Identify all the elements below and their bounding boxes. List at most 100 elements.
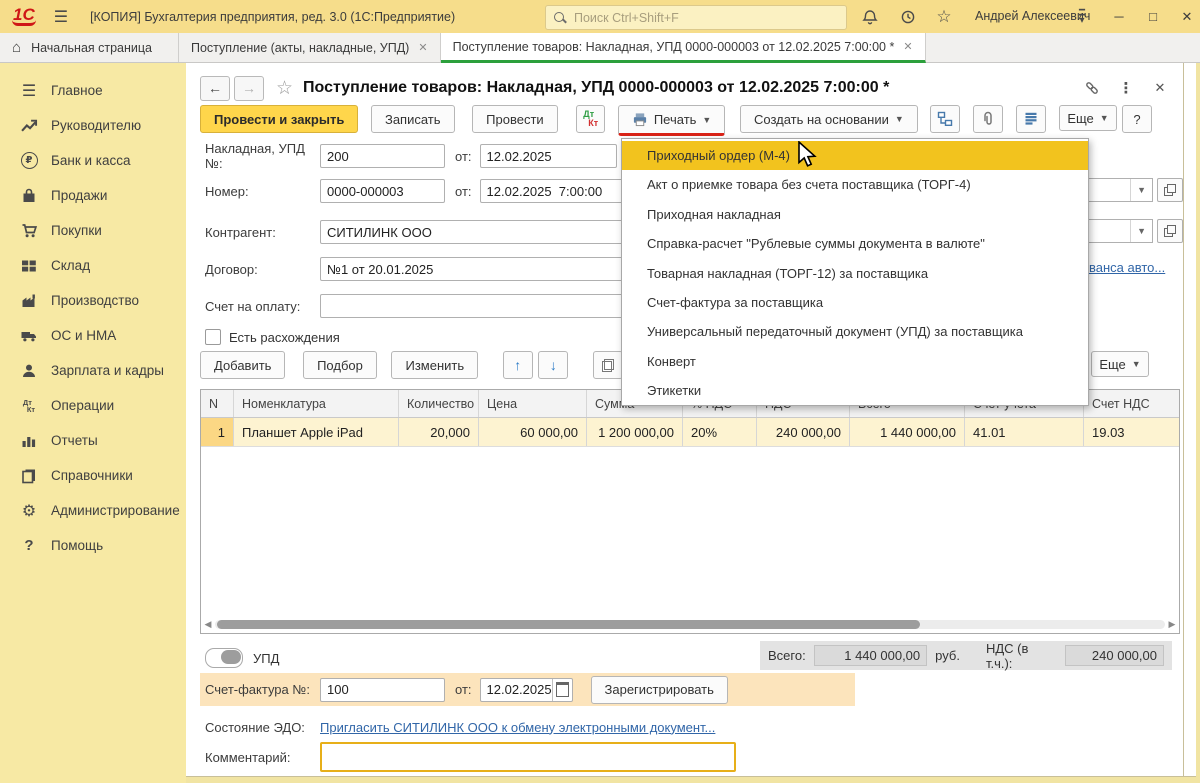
history-icon[interactable]	[898, 7, 918, 27]
nav-forward-button[interactable]: →	[234, 75, 264, 101]
doc-number-input[interactable]: 0000-000003	[320, 179, 445, 203]
favorites-star-icon[interactable]: ☆	[934, 7, 954, 27]
doc-date-input[interactable]: 12.02.2025 7:00:00	[479, 179, 642, 203]
move-up-button[interactable]: ↑	[502, 351, 533, 379]
move-down-button[interactable]: ↓	[538, 351, 569, 379]
write-button[interactable]: Записать	[370, 105, 455, 133]
sidebar-item-pokupki[interactable]: Покупки	[0, 213, 186, 248]
favorite-star-icon[interactable]	[276, 77, 293, 100]
col-header-n[interactable]: N	[201, 390, 234, 417]
tab-close-icon[interactable]: ✕	[418, 41, 427, 54]
scroll-left-icon[interactable]: ◀	[201, 619, 215, 630]
sidebar-item-administrirovanie[interactable]: Администрирование	[0, 493, 186, 528]
invoice-no-input[interactable]: 200	[320, 144, 445, 168]
table-row[interactable]: 1 Планшет Apple iPad 20,000 60 000,00 1 …	[201, 418, 1179, 447]
sidebar-item-prodazhi[interactable]: Продажи	[0, 178, 186, 213]
maximize-button[interactable]: □	[1142, 7, 1164, 27]
dtkt-postings-button[interactable]: Дт Кт	[576, 105, 606, 133]
sidebar-item-os-nma[interactable]: ОС и НМА	[0, 318, 186, 353]
counterparty-input[interactable]: СИТИЛИНК ООО	[320, 220, 650, 244]
calendar-button[interactable]	[551, 678, 572, 701]
dropdown-arrow-icon[interactable]: ▼	[1130, 179, 1152, 201]
menu-item-prihodny-order[interactable]: Приходный ордер (М-4)	[622, 141, 1088, 171]
invoice-date-input[interactable]: 12.02.2025	[479, 144, 617, 168]
menu-item-konvert[interactable]: Конверт	[622, 347, 1088, 376]
warehouse-input[interactable]: ▼	[1089, 219, 1153, 243]
menu-item-torg4[interactable]: Акт о приемке товара без счета поставщик…	[622, 170, 1088, 199]
open-button[interactable]	[1157, 219, 1183, 243]
cell-vat-account[interactable]: 19.03	[1084, 418, 1179, 446]
cell-vat[interactable]: 240 000,00	[757, 418, 850, 446]
discrepancy-checkbox[interactable]	[205, 329, 221, 345]
cell-price[interactable]: 60 000,00	[479, 418, 587, 446]
tab-close-icon[interactable]: ✕	[903, 40, 912, 53]
close-window-button[interactable]: ✕	[1176, 7, 1198, 27]
scroll-right-icon[interactable]: ▶	[1165, 619, 1179, 630]
col-header-vat-account[interactable]: Счет НДС	[1084, 390, 1179, 417]
tab-receipts-list[interactable]: Поступление (акты, накладные, УПД) ✕	[179, 33, 441, 62]
scrollbar-thumb[interactable]	[217, 620, 920, 629]
cell-vat-rate[interactable]: 20%	[683, 418, 757, 446]
tab-receipt-document[interactable]: Поступление товаров: Накладная, УПД 0000…	[440, 33, 926, 63]
reports-button[interactable]	[1015, 105, 1046, 133]
related-documents-button[interactable]	[930, 105, 961, 133]
col-header-nomenclature[interactable]: Номенклатура	[234, 390, 399, 417]
get-link-icon[interactable]	[1080, 76, 1104, 100]
col-header-price[interactable]: Цена	[479, 390, 587, 417]
sidebar-item-bank-kassa[interactable]: ₽ Банк и касса	[0, 143, 186, 178]
organization-input[interactable]: ▼	[1089, 178, 1153, 202]
minimize-button[interactable]: ─	[1108, 7, 1130, 27]
cell-total[interactable]: 1 440 000,00	[850, 418, 965, 446]
dropdown-arrow-icon[interactable]: ▼	[1130, 220, 1152, 242]
sidebar-item-rukovoditelyu[interactable]: Руководителю	[0, 108, 186, 143]
invoice-date-input[interactable]: 12.02.2025	[479, 677, 573, 702]
tab-home[interactable]: Начальная страница	[0, 33, 179, 62]
col-header-quantity[interactable]: Количество	[399, 390, 479, 417]
service-menu-icon[interactable]: ━ ━ ▾	[1073, 6, 1091, 26]
comment-input[interactable]	[320, 742, 736, 772]
sidebar-item-sklad[interactable]: Склад	[0, 248, 186, 283]
copy-row-button[interactable]	[593, 351, 623, 379]
upd-toggle[interactable]	[205, 648, 243, 668]
sidebar-item-otchety[interactable]: Отчеты	[0, 423, 186, 458]
cell-account[interactable]: 41.01	[965, 418, 1084, 446]
cell-nomenclature[interactable]: Планшет Apple iPad	[234, 418, 399, 446]
contract-input[interactable]: №1 от 20.01.2025	[320, 257, 650, 281]
items-more-button[interactable]: Еще ▼	[1091, 351, 1149, 377]
sidebar-item-pomosch[interactable]: ? Помощь	[0, 528, 186, 563]
more-button[interactable]: Еще ▼	[1059, 105, 1117, 131]
edo-invite-link[interactable]: Пригласить СИТИЛИНК ООО к обмену электро…	[320, 720, 715, 735]
cell-sum[interactable]: 1 200 000,00	[587, 418, 683, 446]
sidebar-item-spravochniki[interactable]: Справочники	[0, 458, 186, 493]
nav-back-button[interactable]: ←	[200, 75, 230, 101]
attachments-button[interactable]	[973, 105, 1004, 133]
sidebar-item-operacii[interactable]: Дт Кт Операции	[0, 388, 186, 423]
settlements-link-fragment[interactable]: ванса авто...	[1089, 260, 1184, 275]
menu-item-upd[interactable]: Универсальный передаточный документ (УПД…	[622, 317, 1088, 346]
add-row-button[interactable]: Добавить	[200, 351, 286, 379]
scrollbar-track[interactable]	[215, 620, 1165, 629]
cell-quantity[interactable]: 20,000	[399, 418, 479, 446]
sidebar-item-proizvodstvo[interactable]: Производство	[0, 283, 186, 318]
menu-item-torg12[interactable]: Товарная накладная (ТОРГ-12) за поставщи…	[622, 259, 1088, 288]
menu-item-schet-faktura[interactable]: Счет-фактура за поставщика	[622, 288, 1088, 317]
more-commands-icon[interactable]	[1114, 76, 1138, 100]
register-invoice-button[interactable]: Зарегистрировать	[590, 675, 728, 704]
post-and-close-button[interactable]: Провести и закрыть	[200, 105, 359, 133]
close-document-icon[interactable]	[1148, 76, 1172, 100]
pick-button[interactable]: Подбор	[303, 351, 377, 379]
create-based-on-button[interactable]: Создать на основании ▼	[739, 105, 918, 133]
main-menu-icon[interactable]: ☰	[54, 7, 68, 27]
global-search[interactable]	[545, 5, 847, 30]
payment-invoice-input[interactable]	[320, 294, 650, 318]
edit-row-button[interactable]: Изменить	[391, 351, 479, 379]
print-menu-button[interactable]: Печать ▼	[617, 105, 726, 136]
sidebar-item-glavnoe[interactable]: Главное	[0, 73, 186, 108]
post-button[interactable]: Провести	[472, 105, 558, 133]
sidebar-item-zarplata-kadry[interactable]: Зарплата и кадры	[0, 353, 186, 388]
search-input[interactable]	[572, 9, 846, 26]
menu-item-etiketki[interactable]: Этикетки	[622, 376, 1088, 405]
menu-item-spravka-raschet[interactable]: Справка-расчет "Рублевые суммы документа…	[622, 229, 1088, 258]
menu-item-prihodnaya-nakladnaya[interactable]: Приходная накладная	[622, 200, 1088, 229]
notifications-bell-icon[interactable]	[860, 7, 880, 27]
